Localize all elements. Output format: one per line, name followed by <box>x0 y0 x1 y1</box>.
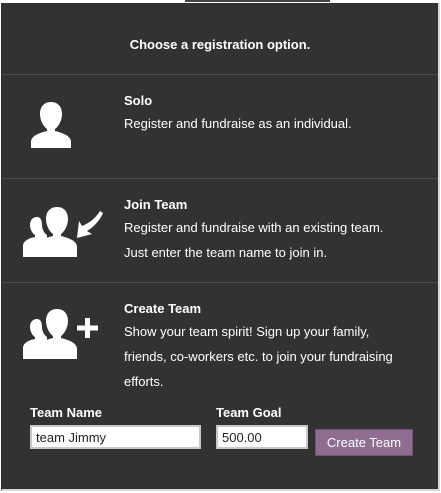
team-name-input[interactable] <box>30 425 201 449</box>
description-line: Register and fundraise as an individual. <box>124 116 352 131</box>
option-solo-title: Solo <box>124 93 153 108</box>
description-line: Register and fundraise with an existing … <box>124 220 384 235</box>
create-team-button[interactable]: Create Team <box>315 429 413 456</box>
option-solo[interactable]: Solo Register and fundraise as an indivi… <box>2 75 438 179</box>
description-line: friends, co-workers etc. to join your fu… <box>124 349 393 364</box>
option-join-team-title: Join Team <box>124 197 188 212</box>
registration-panel: Choose a registration option. Solo Regis… <box>1 3 440 491</box>
team-goal-label: Team Goal <box>216 405 282 420</box>
option-create-team-description: Show your team spirit! Sign up your fami… <box>124 319 414 394</box>
team-name-label: Team Name <box>30 405 103 420</box>
create-team-icon <box>23 309 98 359</box>
description-line: Just enter the team name to join in. <box>124 245 328 260</box>
description-line: efforts. <box>124 374 164 389</box>
option-join-team[interactable]: Join Team Register and fundraise with an… <box>2 179 438 283</box>
top-divider <box>185 0 330 2</box>
option-create-team-title: Create Team <box>124 301 202 316</box>
option-solo-description: Register and fundraise as an individual. <box>124 111 414 136</box>
page-title: Choose a registration option. <box>129 37 311 52</box>
join-team-icon <box>23 207 103 257</box>
description-line: Show your team spirit! Sign up your fami… <box>124 324 370 339</box>
option-join-team-description: Register and fundraise with an existing … <box>124 215 414 265</box>
single-person-icon <box>31 102 71 148</box>
panel-header: Choose a registration option. <box>2 3 438 75</box>
team-goal-input[interactable] <box>216 425 308 449</box>
